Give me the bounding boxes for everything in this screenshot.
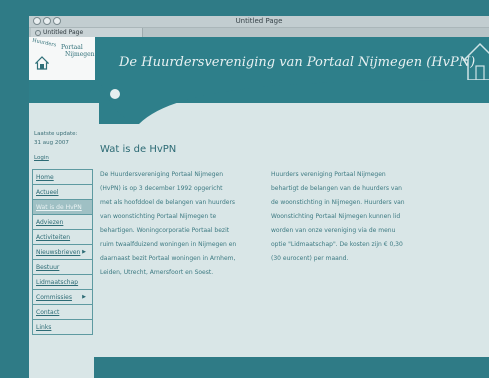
tab-untitled-page[interactable]: Untitled Page bbox=[31, 28, 143, 37]
house-icon bbox=[35, 56, 49, 70]
logo-text-nijmegen: Nijmegen bbox=[65, 51, 95, 58]
page-icon bbox=[35, 29, 41, 36]
paragraph-line: (HvPN) is op 3 december 1992 opgericht bbox=[100, 185, 223, 192]
content-column-right: Huurders vereniging Portaal Nijmegen beh… bbox=[271, 168, 421, 266]
house-outline-icon bbox=[462, 42, 489, 80]
paragraph-line: optie "Lidmaatschap". De kosten zijn € 0… bbox=[271, 241, 403, 248]
paragraph-line: (30 eurocent) per maand. bbox=[271, 255, 349, 262]
window-title: Untitled Page bbox=[235, 17, 283, 25]
logo-text-portaal: Portaal bbox=[61, 44, 83, 51]
last-update-label: Laatste update: bbox=[34, 131, 78, 137]
paragraph-line: ruim twaalfduizend woningen in Nijmegen … bbox=[100, 241, 237, 248]
paragraph-line: Huurders vereniging Portaal Nijmegen bbox=[271, 171, 386, 178]
tab-label: Untitled Page bbox=[43, 29, 84, 36]
paragraph-line: worden van onze vereniging via de menu bbox=[271, 227, 396, 234]
menu-item-adviezen[interactable]: Adviezen bbox=[32, 215, 93, 230]
menu-item-home[interactable]: Home bbox=[32, 170, 93, 185]
paragraph-line: behartigen. Woningcorporatie Portaal bez… bbox=[100, 227, 230, 234]
main-menu: Home Actueel Wat is de HvPN Adviezen Act… bbox=[32, 169, 93, 335]
last-update-block: Laatste update: 31 aug 2007 bbox=[34, 130, 77, 148]
menu-item-label: Commissies bbox=[36, 294, 72, 301]
menu-item-contact[interactable]: Contact bbox=[32, 305, 93, 320]
paragraph-line: Woonstichting Portaal Nijmegen kunnen li… bbox=[271, 213, 401, 220]
menu-item-wat-is-de-hvpn[interactable]: Wat is de HvPN bbox=[32, 200, 93, 215]
paragraph-line: met als hoofddoel de belangen van huurde… bbox=[100, 199, 236, 206]
last-update-date: 31 aug 2007 bbox=[34, 140, 69, 146]
submenu-arrow-icon: ▶ bbox=[82, 294, 86, 300]
menu-item-nieuwsbrieven[interactable]: Nieuwsbrieven ▶ bbox=[32, 245, 93, 260]
menu-item-commissies[interactable]: Commissies ▶ bbox=[32, 290, 93, 305]
paragraph-line: Leiden, Utrecht, Amersfoort en Soest. bbox=[100, 269, 214, 276]
menu-item-label: Nieuwsbrieven bbox=[36, 249, 81, 256]
title-bar: Untitled Page bbox=[29, 16, 489, 28]
site-title: De Huurdersvereniging van Portaal Nijmeg… bbox=[119, 55, 476, 70]
menu-item-actueel[interactable]: Actueel bbox=[32, 185, 93, 200]
menu-item-activiteiten[interactable]: Activiteiten bbox=[32, 230, 93, 245]
site-logo[interactable]: Huurders Portaal Nijmegen bbox=[29, 37, 95, 80]
site-header: Huurders Portaal Nijmegen De Huurdersver… bbox=[29, 37, 489, 124]
paragraph-line: De Huurdersvereniging Portaal Nijmegen bbox=[100, 171, 224, 178]
header-curve-decoration bbox=[99, 80, 489, 124]
menu-item-bestuur[interactable]: Bestuur bbox=[32, 260, 93, 275]
submenu-arrow-icon: ▶ bbox=[82, 249, 86, 255]
menu-item-lidmaatschap[interactable]: Lidmaatschap bbox=[32, 275, 93, 290]
content-column-left: De Huurdersvereniging Portaal Nijmegen (… bbox=[100, 168, 250, 280]
paragraph-line: daarnaast bezit Portaal woningen in Arnh… bbox=[100, 255, 236, 262]
sidebar: Laatste update: 31 aug 2007 Login Home A… bbox=[29, 124, 94, 378]
login-link[interactable]: Login bbox=[34, 155, 49, 161]
paragraph-line: de woonstichting in Nijmegen. Huurders v… bbox=[271, 199, 405, 206]
paragraph-line: behartigt de belangen van de huurders va… bbox=[271, 185, 402, 192]
menu-item-links[interactable]: Links bbox=[32, 320, 93, 335]
paragraph-line: van woonstichting Portaal Nijmegen te bbox=[100, 213, 217, 220]
logo-text-huurders: Huurders bbox=[31, 37, 57, 49]
page-heading: Wat is de HvPN bbox=[100, 144, 177, 155]
